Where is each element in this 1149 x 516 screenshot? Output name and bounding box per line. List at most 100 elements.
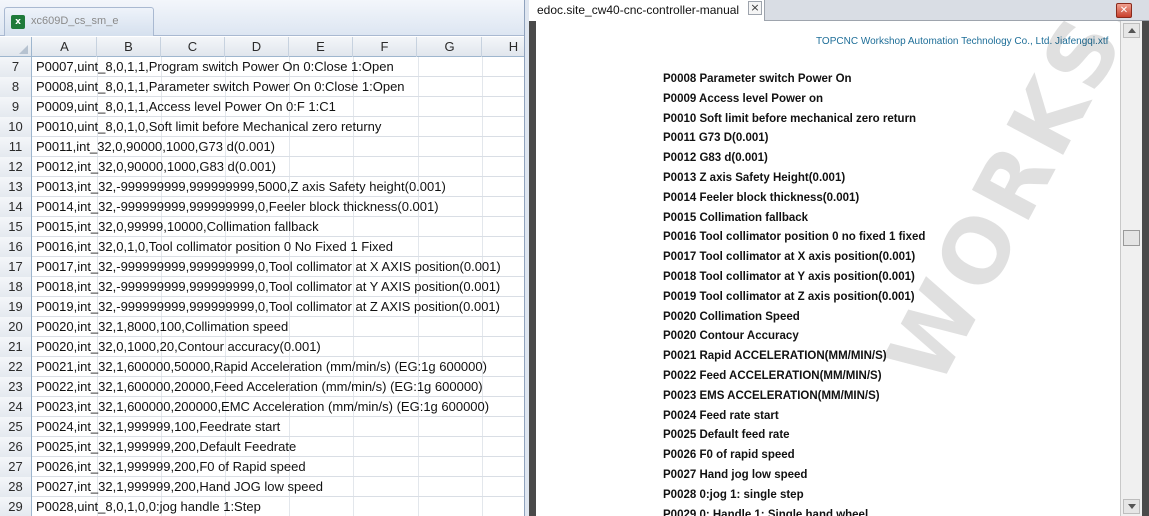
- cell-a[interactable]: P0020,int_32,0,1000,20,Contour accuracy(…: [36, 337, 321, 357]
- table-row[interactable]: 29 P0028,uint_8,0,1,0,0:jog handle 1:Step: [0, 497, 524, 516]
- row-number[interactable]: 18: [0, 277, 32, 297]
- scrollbar-thumb[interactable]: [1123, 230, 1140, 246]
- row-number[interactable]: 13: [0, 177, 32, 197]
- manual-line: P0025 Default feed rate: [663, 429, 790, 441]
- cell-a[interactable]: P0007,uint_8,0,1,1,Program switch Power …: [36, 57, 394, 77]
- manual-line: P0020 Collimation Speed: [663, 311, 800, 323]
- row-number[interactable]: 8: [0, 77, 32, 97]
- row-number[interactable]: 10: [0, 117, 32, 137]
- cell-a[interactable]: P0020,int_32,1,8000,100,Collimation spee…: [36, 317, 288, 337]
- row-number[interactable]: 26: [0, 437, 32, 457]
- table-row[interactable]: 27 P0026,int_32,1,999999,200,F0 of Rapid …: [0, 457, 524, 477]
- cell-a[interactable]: P0024,int_32,1,999999,100,Feedrate start: [36, 417, 280, 437]
- column-header-a[interactable]: A: [33, 37, 97, 57]
- row-number[interactable]: 11: [0, 137, 32, 157]
- cell-a[interactable]: P0016,int_32,0,1,0,Tool collimator posit…: [36, 237, 393, 257]
- row-number[interactable]: 29: [0, 497, 32, 516]
- cell-a[interactable]: P0017,int_32,-999999999,999999999,0,Tool…: [36, 257, 501, 277]
- window-close-button[interactable]: ✕: [1116, 3, 1132, 18]
- cell-a[interactable]: P0009,uint_8,0,1,1,Access level Power On…: [36, 97, 336, 117]
- table-row[interactable]: 16 P0016,int_32,0,1,0,Tool collimator pos…: [0, 237, 524, 257]
- row-number[interactable]: 28: [0, 477, 32, 497]
- table-row[interactable]: 8 P0008,uint_8,0,1,1,Parameter switch Pow…: [0, 77, 524, 97]
- manual-line: P0028 0:jog 1: single step: [663, 489, 804, 501]
- row-number[interactable]: 22: [0, 357, 32, 377]
- table-row[interactable]: 14 P0014,int_32,-999999999,999999999,0,Fe…: [0, 197, 524, 217]
- spreadsheet-grid[interactable]: ABCDEFGH 7 P0007,uint_8,0,1,1,Program swi…: [0, 37, 524, 516]
- row-number[interactable]: 12: [0, 157, 32, 177]
- table-row[interactable]: 21 P0020,int_32,0,1000,20,Contour accurac…: [0, 337, 524, 357]
- row-number[interactable]: 20: [0, 317, 32, 337]
- column-header-row: ABCDEFGH: [0, 37, 524, 57]
- pdf-page: TOPCNC Workshop Automation Technology Co…: [536, 21, 1120, 516]
- table-row[interactable]: 18 P0018,int_32,-999999999,999999999,0,To…: [0, 277, 524, 297]
- scroll-up-button[interactable]: [1123, 23, 1140, 38]
- cell-a[interactable]: P0027,int_32,1,999999,200,Hand JOG low s…: [36, 477, 323, 497]
- table-row[interactable]: 28 P0027,int_32,1,999999,200,Hand JOG low…: [0, 477, 524, 497]
- table-row[interactable]: 20 P0020,int_32,1,8000,100,Collimation sp…: [0, 317, 524, 337]
- manual-line: P0013 Z axis Safety Height(0.001): [663, 172, 846, 184]
- column-header-d[interactable]: D: [225, 37, 289, 57]
- cell-a[interactable]: P0018,int_32,-999999999,999999999,0,Tool…: [36, 277, 500, 297]
- scroll-down-button[interactable]: [1123, 499, 1140, 514]
- cell-a[interactable]: P0008,uint_8,0,1,1,Parameter switch Powe…: [36, 77, 405, 97]
- vertical-scrollbar[interactable]: [1120, 21, 1142, 516]
- cell-a[interactable]: P0025,int_32,1,999999,200,Default Feedra…: [36, 437, 296, 457]
- table-row[interactable]: 23 P0022,int_32,1,600000,20000,Feed Accel…: [0, 377, 524, 397]
- manual-line: P0029 0: Handle 1: Single hand wheel: [663, 509, 869, 516]
- cell-a[interactable]: P0011,int_32,0,90000,1000,G73 d(0.001): [36, 137, 275, 157]
- table-row[interactable]: 25 P0024,int_32,1,999999,100,Feedrate sta…: [0, 417, 524, 437]
- column-header-b[interactable]: B: [97, 37, 161, 57]
- row-number[interactable]: 19: [0, 297, 32, 317]
- cell-a[interactable]: P0021,int_32,1,600000,50000,Rapid Accele…: [36, 357, 487, 377]
- cell-a[interactable]: P0022,int_32,1,600000,20000,Feed Acceler…: [36, 377, 483, 397]
- cell-a[interactable]: P0010,uint_8,0,1,0,Soft limit before Mec…: [36, 117, 381, 137]
- column-header-h[interactable]: H: [482, 37, 524, 57]
- manual-line: P0020 Contour Accuracy: [663, 330, 799, 342]
- row-number[interactable]: 15: [0, 217, 32, 237]
- tab-close-icon[interactable]: ×: [748, 1, 762, 15]
- row-number[interactable]: 17: [0, 257, 32, 277]
- table-row[interactable]: 10 P0010,uint_8,0,1,0,Soft limit before M…: [0, 117, 524, 137]
- row-number[interactable]: 7: [0, 57, 32, 77]
- table-row[interactable]: 7 P0007,uint_8,0,1,1,Program switch Power…: [0, 57, 524, 77]
- table-row[interactable]: 15 P0015,int_32,0,99999,10000,Collimation…: [0, 217, 524, 237]
- arrow-up-icon: [1128, 28, 1136, 33]
- cell-a[interactable]: P0013,int_32,-999999999,999999999,5000,Z…: [36, 177, 446, 197]
- table-row[interactable]: 12 P0012,int_32,0,90000,1000,G83 d(0.001): [0, 157, 524, 177]
- table-row[interactable]: 22 P0021,int_32,1,600000,50000,Rapid Acce…: [0, 357, 524, 377]
- table-row[interactable]: 24 P0023,int_32,1,600000,200000,EMC Accel…: [0, 397, 524, 417]
- column-header-g[interactable]: G: [418, 37, 482, 57]
- column-header-e[interactable]: E: [289, 37, 353, 57]
- manual-line: P0016 Tool collimator position 0 no fixe…: [663, 231, 926, 243]
- cell-a[interactable]: P0028,uint_8,0,1,0,0:jog handle 1:Step: [36, 497, 261, 516]
- row-number[interactable]: 16: [0, 237, 32, 257]
- row-number[interactable]: 27: [0, 457, 32, 477]
- cell-a[interactable]: P0019,int_32,-999999999,999999999,0,Tool…: [36, 297, 500, 317]
- column-header-f[interactable]: F: [353, 37, 417, 57]
- excel-file-icon: x: [11, 15, 25, 29]
- workbook-tab[interactable]: x xc609D_cs_sm_e: [4, 7, 154, 36]
- cell-a[interactable]: P0012,int_32,0,90000,1000,G83 d(0.001): [36, 157, 276, 177]
- cell-a[interactable]: P0014,int_32,-999999999,999999999,0,Feel…: [36, 197, 439, 217]
- cell-a[interactable]: P0015,int_32,0,99999,10000,Collimation f…: [36, 217, 319, 237]
- select-all-corner[interactable]: [0, 37, 32, 57]
- table-row[interactable]: 17 P0017,int_32,-999999999,999999999,0,To…: [0, 257, 524, 277]
- cell-a[interactable]: P0023,int_32,1,600000,200000,EMC Acceler…: [36, 397, 489, 417]
- row-number[interactable]: 24: [0, 397, 32, 417]
- manual-line: P0026 F0 of rapid speed: [663, 449, 795, 461]
- row-number[interactable]: 9: [0, 97, 32, 117]
- column-header-c[interactable]: C: [161, 37, 225, 57]
- row-number[interactable]: 25: [0, 417, 32, 437]
- table-row[interactable]: 11 P0011,int_32,0,90000,1000,G73 d(0.001): [0, 137, 524, 157]
- table-row[interactable]: 9 P0009,uint_8,0,1,1,Access level Power O…: [0, 97, 524, 117]
- watermark: WORKSHOP: [866, 21, 1120, 400]
- row-number[interactable]: 14: [0, 197, 32, 217]
- row-number[interactable]: 21: [0, 337, 32, 357]
- table-row[interactable]: 26 P0025,int_32,1,999999,200,Default Feed…: [0, 437, 524, 457]
- cell-a[interactable]: P0026,int_32,1,999999,200,F0 of Rapid sp…: [36, 457, 306, 477]
- row-number[interactable]: 23: [0, 377, 32, 397]
- pdf-document-tab[interactable]: edoc.site_cw40-cnc-controller-manual ×: [529, 0, 765, 21]
- table-row[interactable]: 19 P0019,int_32,-999999999,999999999,0,To…: [0, 297, 524, 317]
- table-row[interactable]: 13 P0013,int_32,-999999999,999999999,5000…: [0, 177, 524, 197]
